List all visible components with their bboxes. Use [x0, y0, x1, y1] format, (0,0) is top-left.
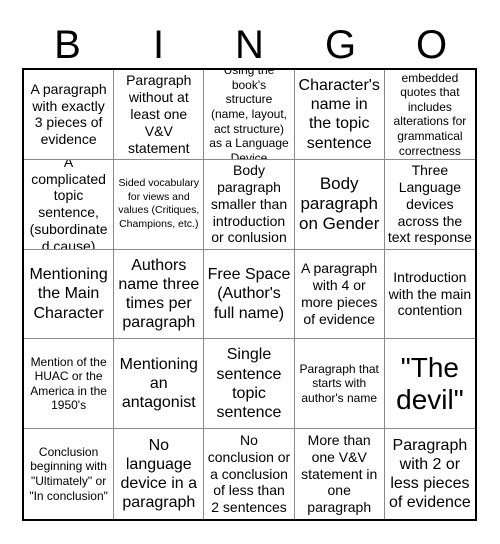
bingo-cell-label: A paragraph with 4 or more pieces of evi…	[301, 260, 378, 327]
bingo-cell-label: Paragraph with 2 or less pieces of evide…	[388, 436, 471, 512]
bingo-cell-label: Mention of the HUAC or the America in th…	[30, 354, 107, 413]
bingo-cell-label: Three Language devices across the text r…	[387, 162, 472, 246]
bingo-cell-r4c4[interactable]: Paragraph that starts with author's name	[294, 339, 385, 430]
bingo-cell-r2c2[interactable]: Sided vocabulary for views and values (C…	[114, 159, 205, 250]
bingo-cell-r2c1[interactable]: A complicated topic sentence, (subordina…	[24, 159, 115, 250]
bingo-cell-label: Introduction with the main contention	[388, 268, 472, 319]
bingo-cell-r1c1[interactable]: A paragraph with exactly 3 pieces of evi…	[24, 70, 115, 160]
bingo-cell-label: Character's name in the topic sentence	[298, 77, 380, 152]
bingo-cell-label: A paragraph with exactly 3 pieces of evi…	[30, 80, 107, 148]
bingo-header-letter-i: I	[152, 23, 165, 67]
bingo-grid: A paragraph with exactly 3 pieces of evi…	[22, 68, 477, 521]
bingo-cell-r5c4[interactable]: More than one V&V statement in one parag…	[294, 429, 385, 519]
bingo-cell-r1c5[interactable]: embedded quotes that includes alteration…	[384, 70, 475, 160]
bingo-cell-label: Authors name three times per paragraph	[118, 256, 200, 332]
bingo-cell-r3c5[interactable]: Introduction with the main contention	[384, 249, 475, 340]
bingo-cell-r3c1[interactable]: Mentioning the Main Character	[24, 249, 115, 340]
bingo-cell-label: A complicated topic sentence, (subordina…	[29, 159, 108, 250]
bingo-card: B I N G O A paragraph with exactly 3 pie…	[0, 0, 500, 544]
bingo-cell-r5c2[interactable]: No language device in a paragraph	[114, 429, 205, 519]
bingo-header-letter-g: G	[324, 23, 357, 67]
bingo-cell-free-space[interactable]: Free Space (Author's full name)	[204, 249, 295, 340]
bingo-cell-r1c3[interactable]: Using the book's structure (name, layout…	[204, 70, 295, 160]
bingo-cell-label: Body paragraph smaller than introduction…	[210, 162, 288, 246]
bingo-cell-label: No conclusion or a conclusion of less th…	[207, 432, 291, 516]
bingo-cell-label: Conclusion beginning with "Ultimately" o…	[29, 444, 108, 503]
bingo-cell-label: Free Space (Author's full name)	[207, 266, 291, 322]
bingo-cell-label: Mentioning an antagonist	[119, 356, 198, 412]
bingo-cell-label: Sided vocabulary for views and values (C…	[118, 176, 200, 230]
bingo-cell-label: More than one V&V statement in one parag…	[301, 432, 378, 516]
bingo-header-letter-n: N	[235, 23, 264, 67]
bingo-cell-r5c1[interactable]: Conclusion beginning with "Ultimately" o…	[24, 429, 115, 519]
bingo-cell-label: Mentioning the Main Character	[29, 266, 108, 322]
bingo-cell-r1c4[interactable]: Character's name in the topic sentence	[294, 70, 385, 160]
bingo-cell-r3c4[interactable]: A paragraph with 4 or more pieces of evi…	[294, 249, 385, 340]
bingo-cell-label: No language device in a paragraph	[120, 436, 198, 512]
bingo-cell-label: Using the book's structure (name, layout…	[209, 70, 289, 160]
bingo-cell-r4c5[interactable]: "The devil"	[384, 339, 475, 430]
bingo-cell-r4c2[interactable]: Mentioning an antagonist	[114, 339, 205, 430]
bingo-header-letter-b: B	[54, 23, 81, 67]
bingo-cell-label: Single sentence topic sentence	[216, 346, 282, 421]
bingo-cell-label: embedded quotes that includes alteration…	[393, 70, 467, 158]
bingo-cell-r4c3[interactable]: Single sentence topic sentence	[204, 339, 295, 430]
bingo-cell-label: "The devil"	[396, 351, 464, 415]
bingo-cell-label: Body paragraph on Gender	[299, 173, 380, 234]
bingo-cell-r5c3[interactable]: No conclusion or a conclusion of less th…	[204, 429, 295, 519]
bingo-cell-r2c3[interactable]: Body paragraph smaller than introduction…	[204, 159, 295, 250]
bingo-cell-r2c5[interactable]: Three Language devices across the text r…	[384, 159, 475, 250]
bingo-cell-r1c2[interactable]: Paragraph without at least one V&V state…	[114, 70, 205, 160]
bingo-cell-r4c1[interactable]: Mention of the HUAC or the America in th…	[24, 339, 115, 430]
bingo-cell-r2c4[interactable]: Body paragraph on Gender	[294, 159, 385, 250]
bingo-header-letter-o: O	[415, 23, 448, 67]
bingo-header: B I N G O	[22, 22, 477, 68]
bingo-cell-label: Paragraph without at least one V&V state…	[126, 72, 192, 156]
bingo-cell-r5c5[interactable]: Paragraph with 2 or less pieces of evide…	[384, 429, 475, 519]
bingo-cell-r3c2[interactable]: Authors name three times per paragraph	[114, 249, 205, 340]
bingo-cell-label: Paragraph that starts with author's name	[299, 361, 379, 406]
